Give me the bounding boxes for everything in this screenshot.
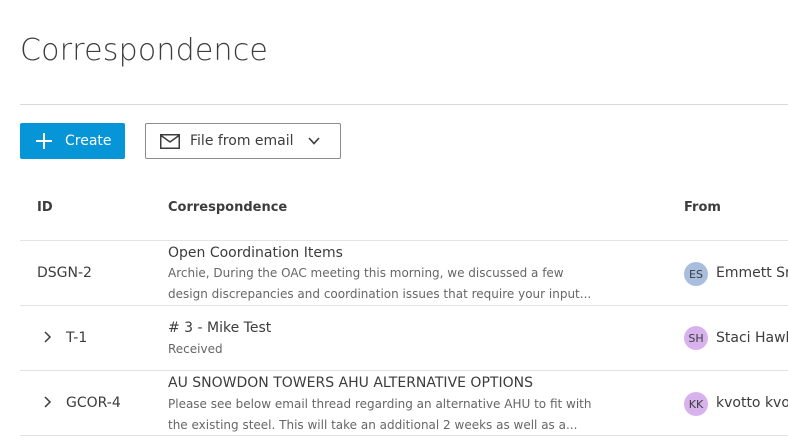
row-subject[interactable]: # 3 - Mike Test xyxy=(168,320,271,336)
file-from-email-dropdown[interactable]: File from email xyxy=(145,123,341,159)
mail-icon xyxy=(160,133,180,149)
chevron-right-icon[interactable] xyxy=(43,396,53,408)
avatar: ES xyxy=(684,262,708,286)
row-divider xyxy=(20,305,788,306)
row-id: GCOR-4 xyxy=(66,395,121,411)
plus-icon xyxy=(36,133,52,149)
header-divider xyxy=(20,104,788,105)
header-row-divider xyxy=(20,240,788,241)
create-button-label: Create xyxy=(65,133,112,149)
row-from-name: kvotto kvo xyxy=(716,395,788,411)
row-snippet-line: Please see below email thread regarding … xyxy=(168,397,592,411)
row-divider xyxy=(20,370,788,371)
avatar: KK xyxy=(684,392,708,416)
row-divider xyxy=(20,435,788,436)
column-header-id[interactable]: ID xyxy=(37,200,53,215)
row-id: T-1 xyxy=(66,330,88,346)
avatar: SH xyxy=(684,326,708,350)
chevron-right-icon[interactable] xyxy=(43,331,53,343)
chevron-down-icon xyxy=(307,137,320,145)
row-snippet-line: Received xyxy=(168,342,223,356)
file-from-email-label: File from email xyxy=(190,133,294,149)
column-header-from[interactable]: From xyxy=(684,200,721,215)
row-snippet-line: the existing steel. This will take an ad… xyxy=(168,418,578,432)
row-snippet-line: Archie, During the OAC meeting this morn… xyxy=(168,266,564,280)
correspondence-page: Correspondence Create File from email ID… xyxy=(0,0,788,444)
row-subject[interactable]: Open Coordination Items xyxy=(168,245,343,261)
create-button[interactable]: Create xyxy=(20,123,125,159)
row-subject[interactable]: AU SNOWDON TOWERS AHU ALTERNATIVE OPTION… xyxy=(168,375,533,391)
row-from-name: Emmett Sm xyxy=(716,265,788,281)
row-id: DSGN-2 xyxy=(37,265,92,281)
row-snippet-line: design discrepancies and coordination is… xyxy=(168,287,592,301)
column-header-correspondence[interactable]: Correspondence xyxy=(168,200,287,215)
row-from-name: Staci Hawk xyxy=(716,330,788,346)
page-title: Correspondence xyxy=(20,33,269,68)
